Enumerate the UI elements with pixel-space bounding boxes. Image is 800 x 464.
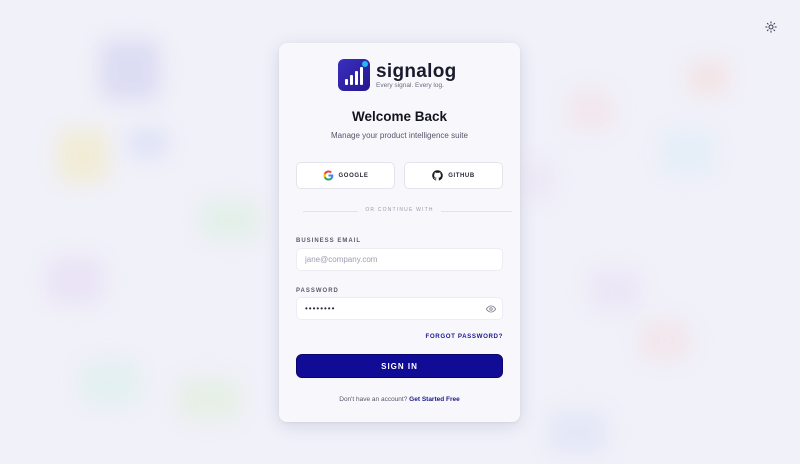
github-button-label: GITHUB (448, 172, 475, 179)
google-button-label: GOOGLE (338, 172, 369, 179)
eye-icon[interactable] (486, 304, 496, 314)
forgot-password-link[interactable]: FORGOT PASSWORD? (425, 333, 503, 340)
password-label: PASSWORD (296, 288, 339, 294)
google-icon (322, 170, 333, 181)
email-field[interactable] (296, 248, 503, 271)
sun-icon (765, 21, 777, 33)
page-title: Welcome Back (351, 109, 448, 124)
signup-prompt: Don't have an account? Get Started Free (279, 396, 520, 403)
signup-prompt-text: Don't have an account? (339, 396, 408, 403)
sign-in-button[interactable]: SIGN IN (296, 354, 503, 378)
brand-tagline: Every signal. Every log. (376, 81, 444, 89)
google-signin-button[interactable]: GOOGLE (296, 162, 395, 189)
brand-name: signalog (376, 60, 457, 82)
theme-toggle-button[interactable] (762, 18, 780, 36)
github-signin-button[interactable]: GITHUB (404, 162, 503, 189)
logo-mark-icon (338, 59, 370, 91)
divider-label: OR CONTINUE WITH (358, 207, 441, 213)
password-field[interactable] (296, 297, 503, 320)
brand-logo: signalog Every signal. Every log. (338, 59, 457, 91)
page-subtitle: Manage your product intelligence suite (331, 131, 468, 140)
login-card: signalog Every signal. Every log. Welcom… (279, 43, 520, 422)
get-started-link[interactable]: Get Started Free (409, 396, 460, 403)
github-icon (432, 170, 443, 181)
email-label: BUSINESS EMAIL (296, 238, 362, 244)
